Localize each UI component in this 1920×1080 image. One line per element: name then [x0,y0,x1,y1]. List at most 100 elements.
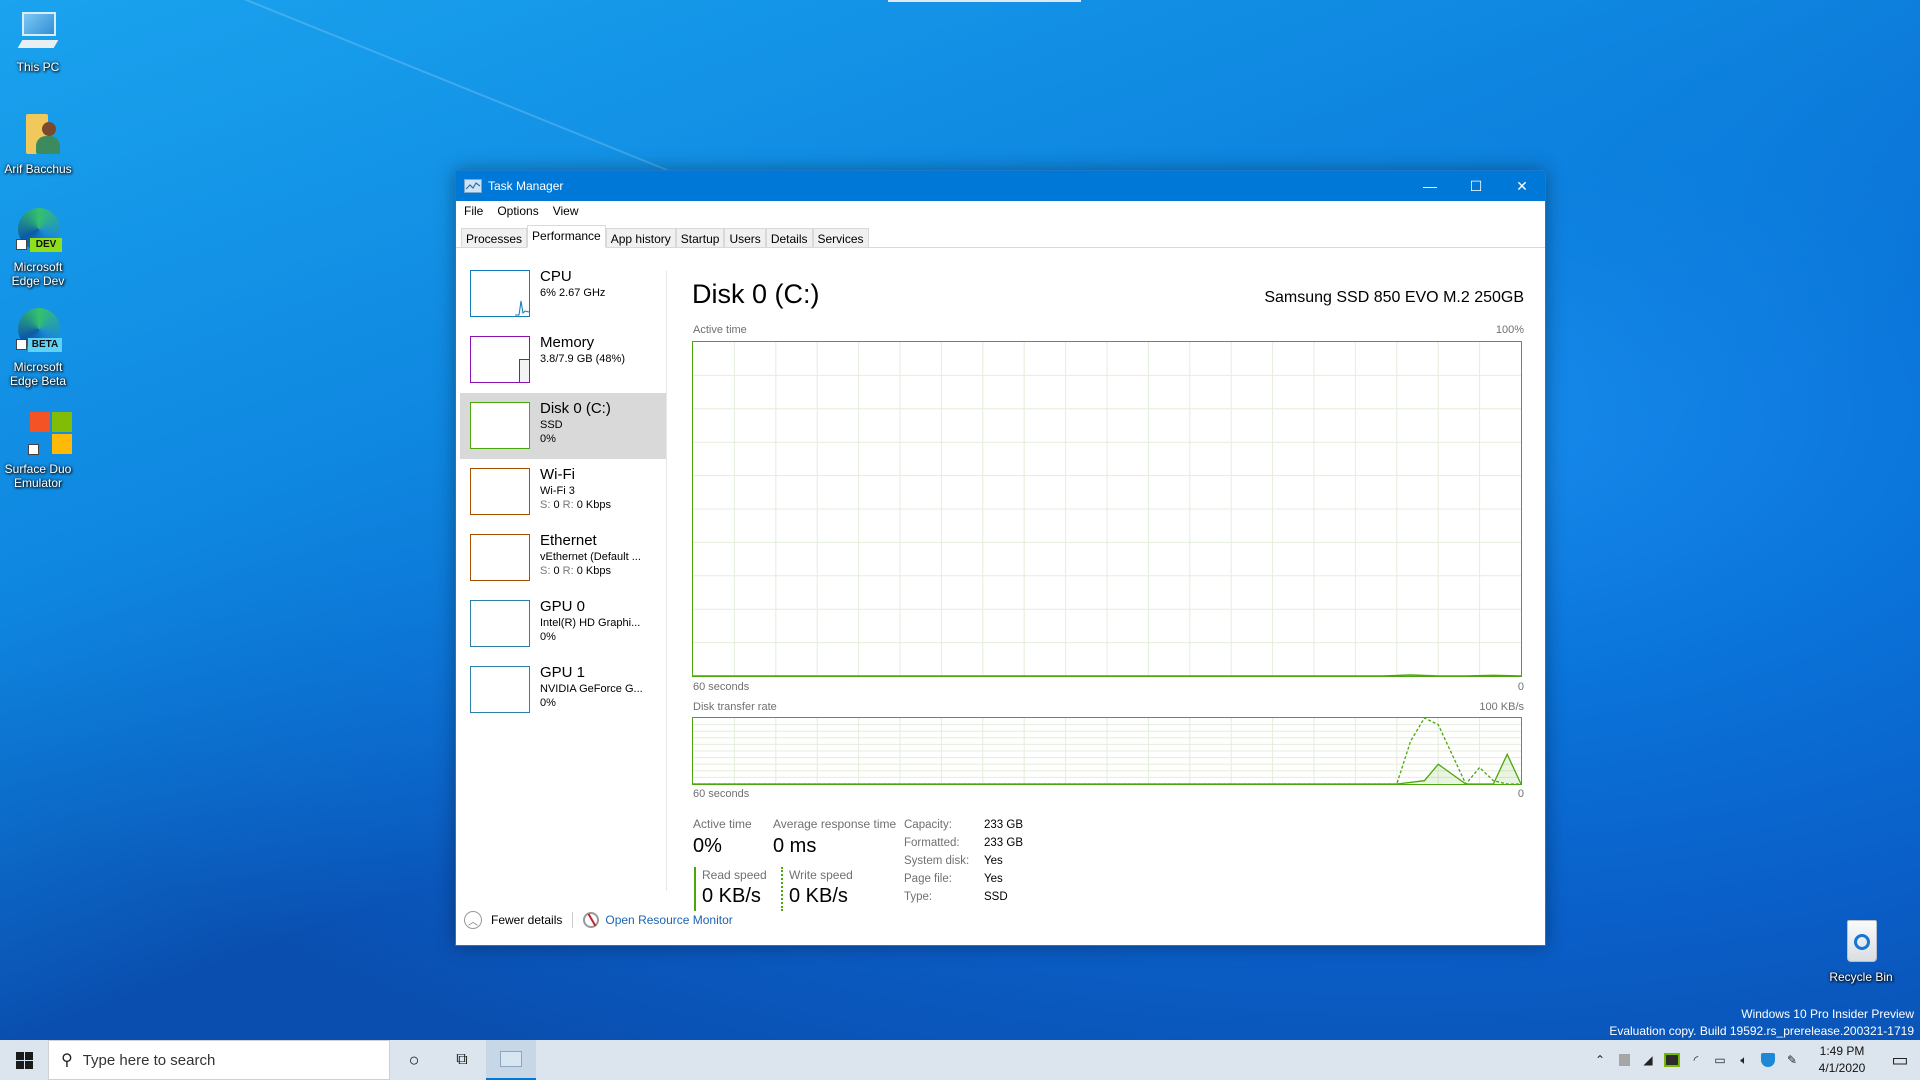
edge-dev-icon: DEV [14,208,62,256]
nvidia-icon[interactable] [1660,1053,1684,1067]
page-file-value: Yes [984,873,1003,885]
footer-separator [572,912,574,928]
memory-thumbnail-graph [470,336,530,383]
resource-detail: Intel(R) HD Graphi... [540,617,641,629]
menu-options[interactable]: Options [497,204,538,218]
tray-app-icon[interactable] [1612,1054,1636,1066]
resource-monitor-icon [583,912,600,928]
desktop-icon-edge-beta[interactable]: BETA Microsoft Edge Beta [0,308,76,388]
computer-icon [14,8,62,56]
watermark-build: Evaluation copy. Build 19592.rs_prerelea… [1609,1024,1914,1038]
taskbar: ⚲ Type here to search ○ ⧉ ⌃ ◢ ◜ ▭ 🔈︎ ✎ 1… [0,1040,1920,1080]
minimize-button[interactable]: — [1407,171,1453,201]
tab-details[interactable]: Details [765,228,813,248]
notification-icon: ▭ [1891,1049,1909,1070]
tab-startup[interactable]: Startup [675,228,725,248]
tab-users[interactable]: Users [724,228,766,248]
disk-thumbnail-graph [470,402,530,449]
graph1-label: Active time [693,324,747,336]
desktop-icon-edge-dev[interactable]: DEV Microsoft Edge Dev [0,208,76,288]
resource-name: Memory [540,334,595,351]
window-title: Task Manager [488,179,564,193]
graph2-label: Disk transfer rate [693,701,777,713]
taskbar-clock[interactable]: 1:49 PM 4/1/2020 [1804,1043,1880,1077]
search-placeholder: Type here to search [82,1051,216,1069]
desktop-icon-surface-duo[interactable]: Surface Duo Emulator [0,410,76,490]
resource-item-gpu-0[interactable]: GPU 0 Intel(R) HD Graphi... 0% [460,591,666,657]
pen-icon[interactable]: ✎ [1780,1053,1804,1067]
volume-icon[interactable]: 🔈︎ [1732,1053,1756,1068]
wifi-icon[interactable]: ◜ [1684,1053,1708,1067]
resource-item-disk-0[interactable]: Disk 0 (C:) SSD 0% [460,393,666,459]
property-keys: Capacity: Formatted: System disk: Page f… [904,819,970,903]
menu-file[interactable]: File [464,204,483,218]
show-hidden-icons-button[interactable]: ⌃ [1588,1053,1612,1067]
menu-view[interactable]: View [553,204,579,218]
write-speed-legend-bar [781,867,783,911]
resource-detail: 6% 2.67 GHz [540,287,606,299]
start-button[interactable] [0,1040,48,1080]
security-shield-icon[interactable] [1756,1053,1780,1067]
taskbar-search-box[interactable]: ⚲ Type here to search [48,1040,390,1080]
chevron-up-icon[interactable]: ︿ [464,911,482,929]
title-bar[interactable]: Task Manager — ☐ ✕ [456,171,1545,201]
write-speed-value: 0 KB/s [789,885,848,907]
search-icon: ⚲ [61,1052,73,1069]
graph2-min: 0 [1517,788,1524,800]
battery-icon[interactable]: ▭ [1708,1053,1732,1067]
desktop-icon-recycle-bin[interactable]: Recycle Bin [1823,918,1899,984]
resource-name: CPU [540,268,572,285]
resource-detail: vEthernet (Default ... [540,551,641,563]
graph2-max: 100 KB/s [1479,701,1524,713]
user-folder-icon [14,110,62,158]
fewer-details-button[interactable]: Fewer details [491,913,562,927]
tab-app-history[interactable]: App history [605,228,676,248]
read-speed-label: Read speed [702,868,767,882]
resource-list: CPU 6% 2.67 GHz Memory 3.8/7.9 GB (48%) … [460,261,666,723]
desktop-icon-arif-bacchus[interactable]: Arif Bacchus [0,110,76,176]
open-resource-monitor-link[interactable]: Open Resource Monitor [605,913,732,927]
resource-name: GPU 0 [540,598,586,615]
resource-item-gpu-1[interactable]: GPU 1 NVIDIA GeForce G... 0% [460,657,666,723]
action-center-button[interactable]: ▭ [1880,1050,1920,1071]
task-manager-taskbar-icon [500,1051,522,1067]
task-manager-icon [464,179,482,193]
avg-response-value: 0 ms [773,835,817,857]
task-manager-window: Task Manager — ☐ ✕ File Options View Pro… [455,170,1546,946]
ethernet-thumbnail-graph [470,534,530,581]
cortana-circle-icon: ○ [408,1049,420,1070]
tab-performance[interactable]: Performance [527,225,606,248]
resource-throughput: S: 0 R: 0 Kbps [540,499,611,511]
graph1-xlabel: 60 seconds [693,681,750,693]
resource-usage: 0% [540,631,556,643]
resource-item-ethernet[interactable]: Ethernet vEthernet (Default ... S: 0 R: … [460,525,666,591]
gpu0-thumbnail-graph [470,600,530,647]
resource-name: Disk 0 (C:) [540,400,611,417]
tab-services[interactable]: Services [812,228,869,248]
taskbar-task-manager[interactable] [486,1040,536,1080]
wifi-thumbnail-graph [470,468,530,515]
resource-name: Ethernet [540,532,597,549]
speaker-app-icon[interactable]: ◢ [1636,1053,1660,1067]
formatted-value: 233 GB [984,837,1023,849]
tab-processes[interactable]: Processes [461,228,528,248]
resource-throughput: S: 0 R: 0 Kbps [540,565,611,577]
active-time-graph [692,341,1522,677]
tab-strip: Processes Performance App history Startu… [461,225,869,248]
graph1-min: 0 [1517,681,1524,693]
cortana-button[interactable]: ○ [390,1040,438,1080]
task-view-button[interactable]: ⧉ [438,1040,486,1080]
resource-item-wifi[interactable]: Wi-Fi Wi-Fi 3 S: 0 R: 0 Kbps [460,459,666,525]
transfer-rate-graph [692,717,1522,785]
close-button[interactable]: ✕ [1499,171,1545,201]
resource-name: Wi-Fi [540,466,575,483]
cpu-thumbnail-graph [470,270,530,317]
resource-item-cpu[interactable]: CPU 6% 2.67 GHz [460,261,666,327]
avg-response-label: Average response time [773,817,897,831]
recycle-bin-icon [1837,918,1885,966]
watermark-edition: Windows 10 Pro Insider Preview [1741,1007,1914,1021]
resource-item-memory[interactable]: Memory 3.8/7.9 GB (48%) [460,327,666,393]
desktop-icon-this-pc[interactable]: This PC [0,8,76,74]
maximize-button[interactable]: ☐ [1453,171,1499,201]
graph2-xlabel: 60 seconds [693,788,750,800]
